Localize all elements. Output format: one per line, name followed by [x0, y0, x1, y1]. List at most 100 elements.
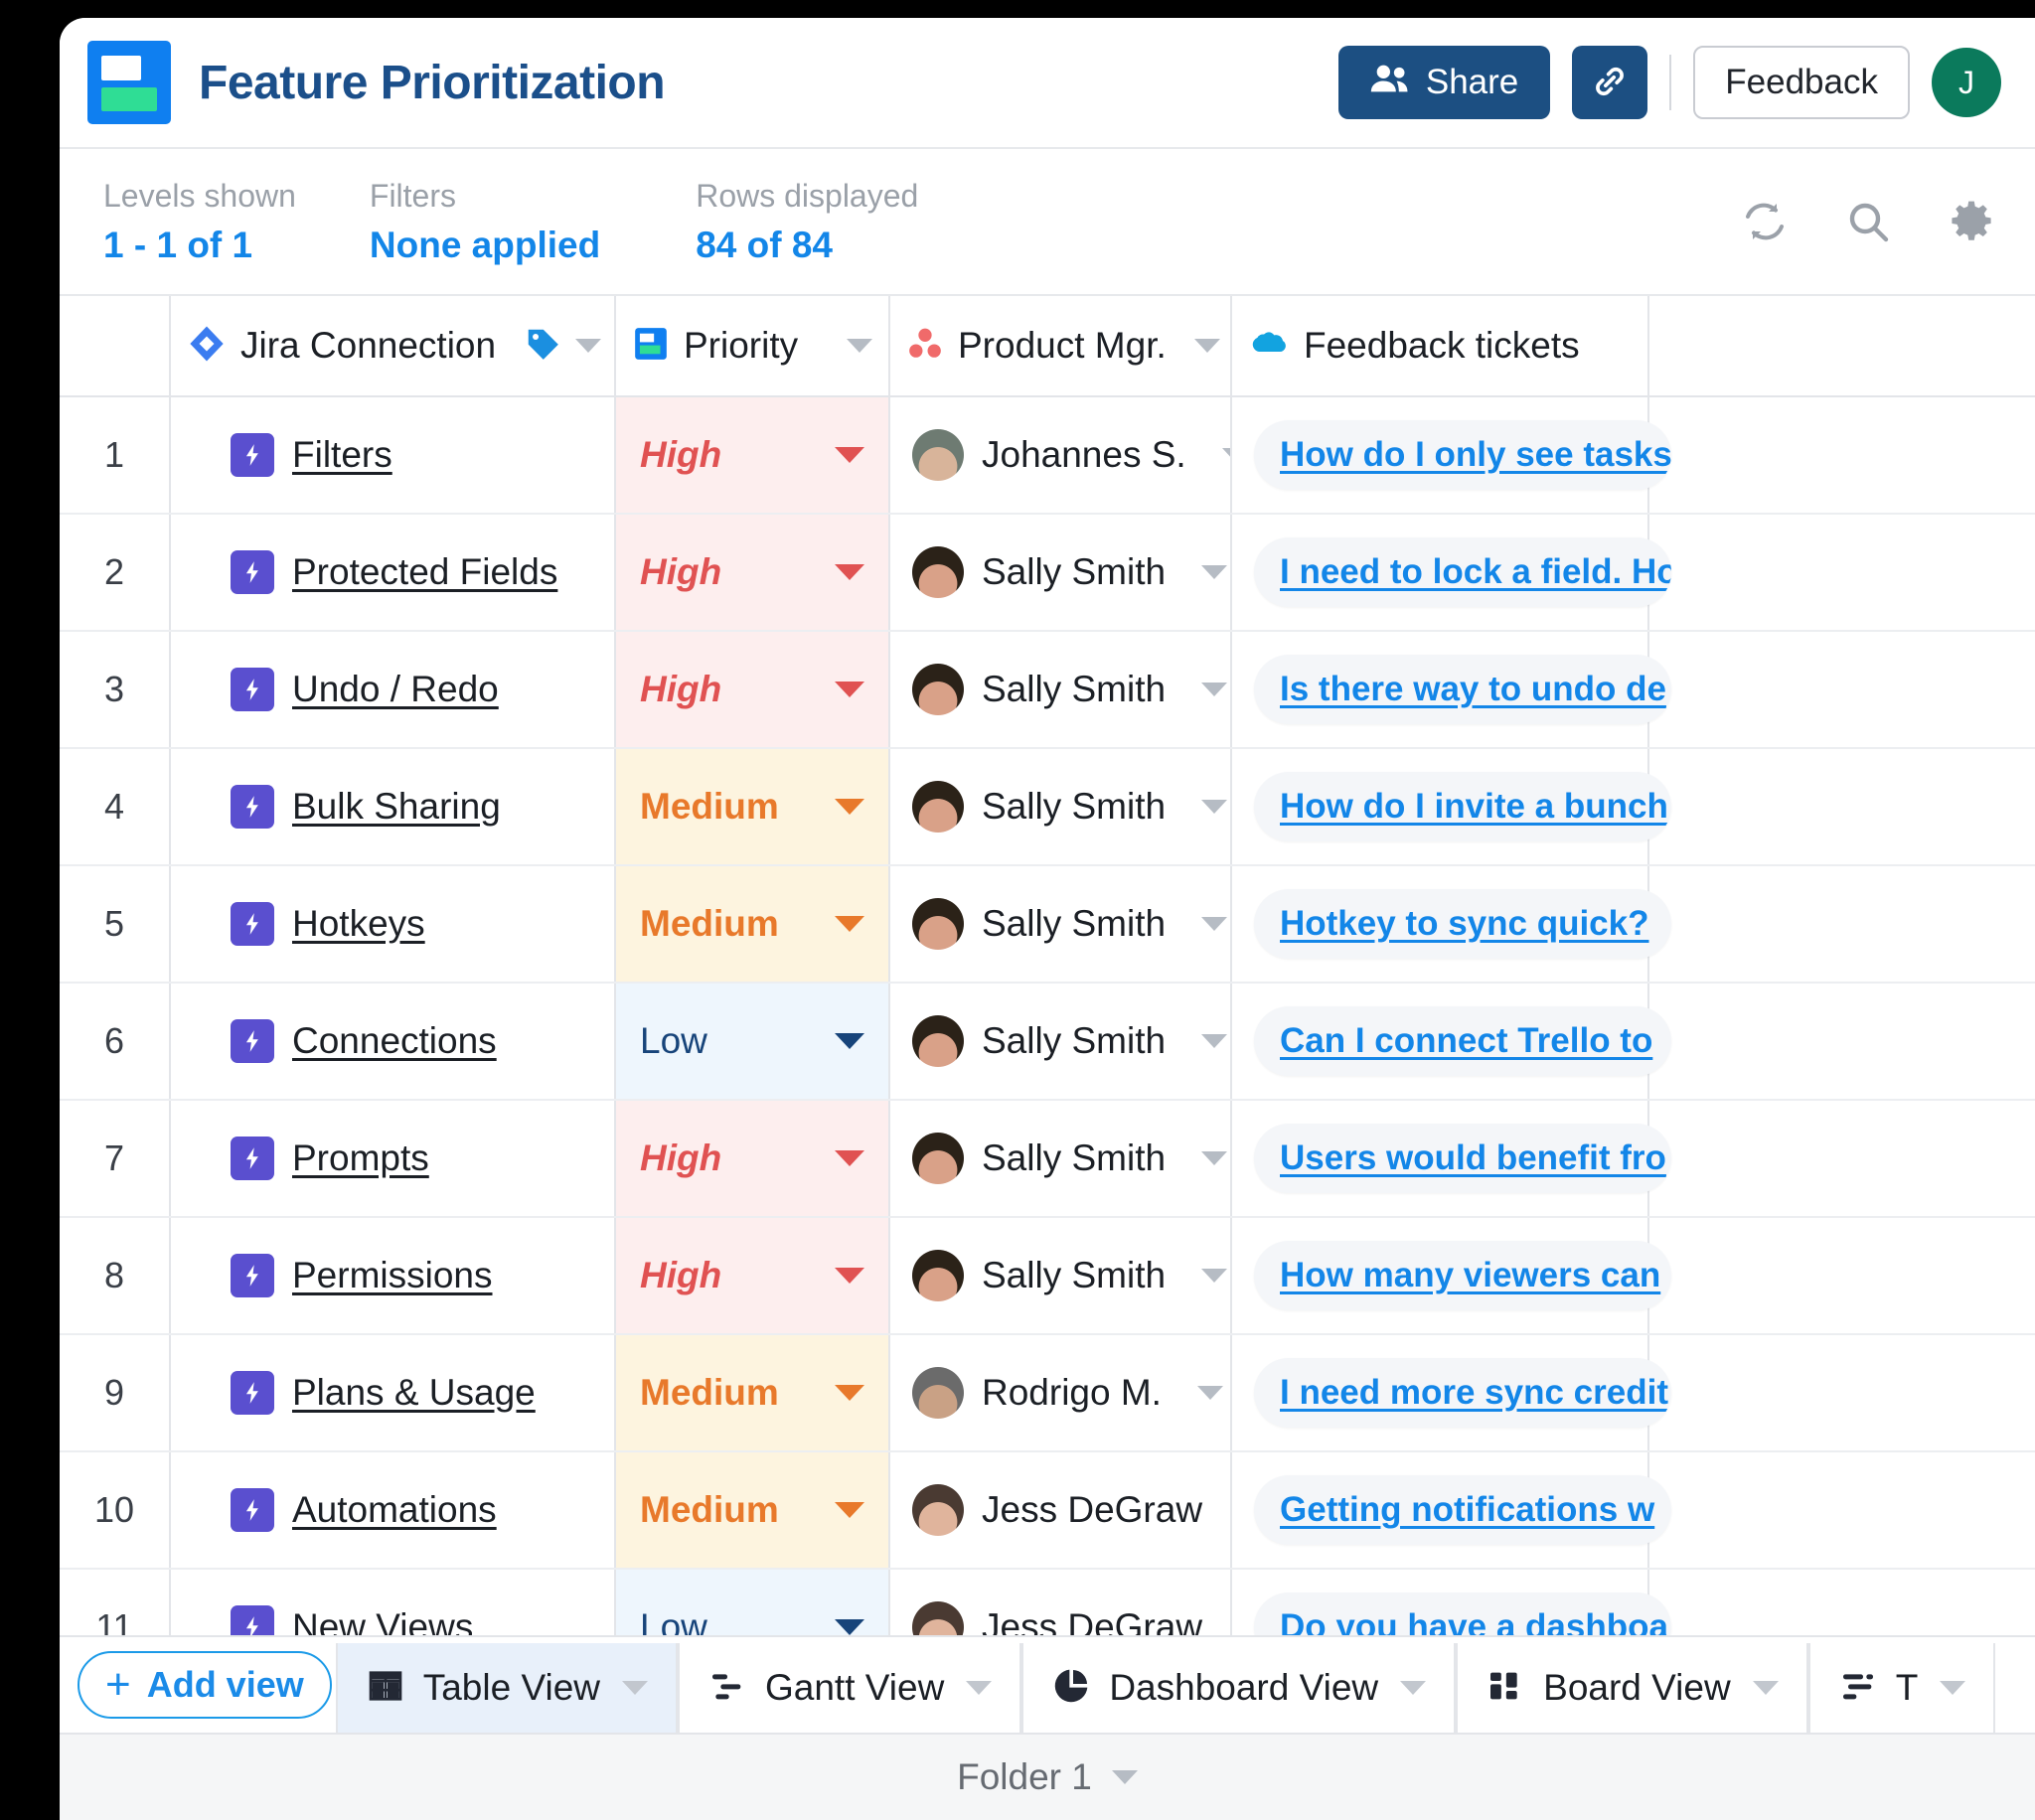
feedback-ticket-link[interactable]: How do I only see tasks — [1280, 435, 1671, 475]
feedback-ticket-link[interactable]: How do I invite a bunch — [1280, 787, 1668, 827]
feedback-ticket-link[interactable]: Hotkey to sync quick? — [1280, 904, 1648, 944]
priority-value: High — [640, 1138, 722, 1178]
chevron-down-icon[interactable] — [1201, 682, 1228, 696]
feedback-ticket-link[interactable]: Getting notifications w — [1280, 1490, 1654, 1530]
cell-priority[interactable]: High — [616, 1101, 890, 1216]
feature-link[interactable]: Hotkeys — [292, 903, 425, 945]
chevron-down-icon[interactable] — [835, 916, 864, 932]
chevron-down-icon[interactable] — [1196, 1386, 1223, 1400]
chevron-down-icon[interactable] — [835, 1619, 864, 1635]
chevron-down-icon[interactable] — [835, 799, 864, 815]
cell-product-mgr[interactable]: Jess DeGraw — [890, 1452, 1232, 1568]
cell-product-mgr[interactable]: Rodrigo M. — [890, 1335, 1232, 1450]
cell-priority[interactable]: Medium — [616, 749, 890, 864]
refresh-icon[interactable] — [1741, 198, 1789, 245]
table-row: 6 Connections Low Sally Smith Can I connect … — [60, 984, 2035, 1101]
column-header-priority[interactable]: Priority — [616, 296, 890, 395]
view-tab-dashboard-view[interactable]: Dashboard View — [1021, 1643, 1457, 1733]
column-header-feedback-tickets[interactable]: Feedback tickets — [1232, 296, 1649, 395]
feature-link[interactable]: Bulk Sharing — [292, 786, 501, 828]
feedback-ticket-link[interactable]: Can I connect Trello to — [1280, 1021, 1652, 1061]
feedback-ticket-pill: How many viewers can — [1254, 1241, 1671, 1310]
chevron-down-icon[interactable] — [1201, 800, 1228, 814]
chevron-down-icon[interactable] — [835, 447, 864, 463]
view-tab-label: Board View — [1543, 1667, 1731, 1708]
chevron-down-icon[interactable] — [966, 1681, 993, 1695]
cell-product-mgr[interactable]: Sally Smith — [890, 1101, 1232, 1216]
filters-value[interactable]: None applied — [370, 225, 600, 266]
feedback-ticket-link[interactable]: I need to lock a field. Ho — [1280, 552, 1671, 592]
feature-link[interactable]: Protected Fields — [292, 551, 557, 593]
levels-shown-value[interactable]: 1 - 1 of 1 — [103, 225, 296, 266]
feedback-ticket-link[interactable]: Users would benefit fro — [1280, 1138, 1666, 1178]
chevron-down-icon[interactable] — [1201, 1151, 1228, 1165]
cell-product-mgr[interactable]: Sally Smith — [890, 749, 1232, 864]
cell-jira-connection: Prompts — [171, 1101, 616, 1216]
priority-value: Medium — [640, 1489, 779, 1530]
share-button[interactable]: Share — [1337, 46, 1551, 119]
chevron-down-icon[interactable] — [622, 1681, 648, 1695]
column-header-product-mgr[interactable]: Product Mgr. — [890, 296, 1232, 395]
cell-priority[interactable]: High — [616, 632, 890, 747]
cell-priority[interactable]: High — [616, 1218, 890, 1333]
feature-link[interactable]: Undo / Redo — [292, 669, 499, 710]
add-view-button[interactable]: + Add view — [78, 1651, 332, 1719]
chevron-down-icon[interactable] — [1201, 1034, 1228, 1048]
chevron-down-icon[interactable] — [835, 1502, 864, 1518]
cell-priority[interactable]: Medium — [616, 1452, 890, 1568]
chevron-down-icon[interactable] — [835, 564, 864, 580]
view-tab-board-view[interactable]: Board View — [1456, 1643, 1808, 1733]
view-tab-table-view[interactable]: Table View — [335, 1643, 678, 1733]
feature-link[interactable]: Filters — [292, 434, 392, 476]
cell-jira-connection: Permissions — [171, 1218, 616, 1333]
chevron-down-icon[interactable] — [1201, 917, 1228, 931]
feature-link[interactable]: Plans & Usage — [292, 1372, 536, 1414]
view-tab-gantt-view[interactable]: Gantt View — [678, 1643, 1022, 1733]
sheet-logo-icon — [87, 41, 171, 124]
feature-link[interactable]: Prompts — [292, 1138, 429, 1179]
cell-priority[interactable]: High — [616, 397, 890, 513]
rows-displayed-value[interactable]: 84 of 84 — [696, 225, 918, 266]
cell-product-mgr[interactable]: Sally Smith — [890, 1218, 1232, 1333]
cell-priority[interactable]: Medium — [616, 1335, 890, 1450]
chevron-down-icon[interactable] — [835, 1033, 864, 1049]
cell-priority[interactable]: Medium — [616, 866, 890, 982]
user-avatar[interactable]: J — [1932, 48, 2001, 117]
cell-priority[interactable]: High — [616, 515, 890, 630]
copy-link-button[interactable] — [1572, 46, 1648, 119]
cell-product-mgr[interactable]: Sally Smith — [890, 984, 1232, 1099]
cell-product-mgr[interactable]: Sally Smith — [890, 515, 1232, 630]
chevron-down-icon[interactable] — [1111, 1770, 1138, 1784]
chevron-down-icon[interactable] — [847, 339, 872, 353]
search-icon[interactable] — [1844, 198, 1892, 245]
cell-product-mgr[interactable]: Johannes S. — [890, 397, 1232, 513]
feature-link[interactable]: Connections — [292, 1020, 497, 1062]
cell-product-mgr[interactable]: Sally Smith — [890, 632, 1232, 747]
chevron-down-icon[interactable] — [1201, 565, 1228, 579]
feedback-button[interactable]: Feedback — [1693, 46, 1910, 119]
chevron-down-icon[interactable] — [835, 682, 864, 697]
feature-link[interactable]: Permissions — [292, 1255, 493, 1296]
chevron-down-icon[interactable] — [1201, 1269, 1228, 1283]
cell-product-mgr[interactable]: Sally Smith — [890, 866, 1232, 982]
chevron-down-icon[interactable] — [835, 1268, 864, 1284]
chevron-down-icon[interactable] — [835, 1385, 864, 1401]
chevron-down-icon[interactable] — [1400, 1681, 1427, 1695]
view-tab-label: Gantt View — [765, 1667, 945, 1708]
column-header-jira-connection[interactable]: Jira Connection — [171, 296, 616, 395]
feedback-ticket-link[interactable]: I need more sync credit — [1280, 1373, 1668, 1413]
feedback-ticket-link[interactable]: Is there way to undo de — [1280, 670, 1666, 709]
data-grid: Jira Connection Priority Product Mgr. Fe… — [60, 296, 2035, 1687]
gear-icon[interactable] — [1948, 198, 1995, 245]
chevron-down-icon[interactable] — [1940, 1681, 1966, 1695]
chevron-down-icon[interactable] — [575, 339, 602, 353]
feedback-ticket-link[interactable]: How many viewers can — [1280, 1256, 1660, 1295]
screen-frame: Feature Prioritization Share Feedback J … — [0, 0, 2035, 1820]
feature-link[interactable]: Automations — [292, 1489, 497, 1531]
cell-priority[interactable]: Low — [616, 984, 890, 1099]
chevron-down-icon[interactable] — [1193, 339, 1220, 353]
chevron-down-icon[interactable] — [835, 1150, 864, 1166]
chevron-down-icon[interactable] — [1221, 448, 1230, 462]
view-tab-t[interactable]: T — [1807, 1643, 1996, 1733]
chevron-down-icon[interactable] — [1752, 1681, 1779, 1695]
